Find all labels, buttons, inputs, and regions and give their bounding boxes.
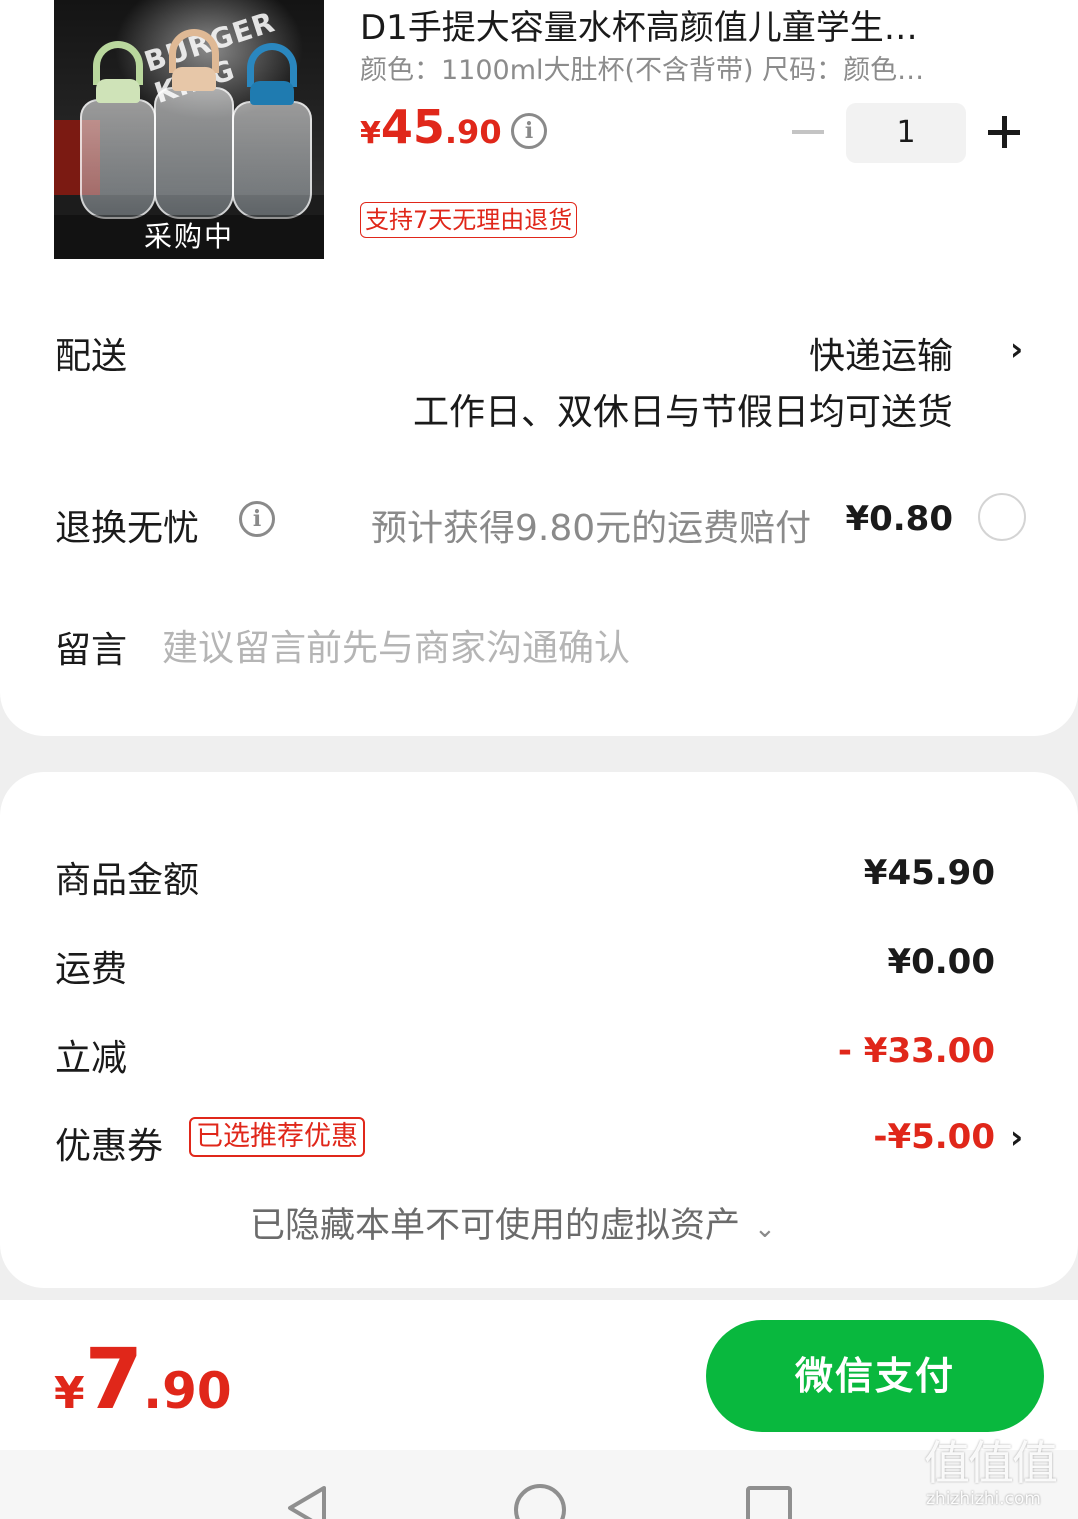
delivery-label: 配送 — [55, 336, 128, 377]
goods-amount-label: 商品金额 — [55, 860, 200, 901]
chevron-down-icon: ⌄ — [754, 1214, 776, 1244]
price-info-icon[interactable]: i — [511, 113, 547, 149]
goods-amount-value: ¥45.90 — [863, 853, 995, 893]
coupon-value[interactable]: -¥5.00 — [873, 1117, 995, 1157]
watermark-url: zhizhizhi.com — [926, 1489, 1041, 1509]
hidden-assets-toggle[interactable]: 已隐藏本单不可使用的虚拟资产 ⌄ — [250, 1197, 776, 1248]
bottle-beige-image — [154, 29, 234, 219]
instant-discount-label: 立减 — [55, 1038, 128, 1079]
total-integer: 7 — [84, 1330, 144, 1428]
total-decimal: .90 — [143, 1362, 232, 1420]
wechat-pay-button[interactable]: 微信支付 — [706, 1320, 1044, 1432]
hidden-assets-text: 已隐藏本单不可使用的虚拟资产 — [250, 1206, 741, 1246]
bottle-blue-image — [232, 43, 312, 219]
product-title[interactable]: D1手提大容量水杯高颜值儿童学生… — [360, 0, 918, 49]
return-insurance-label: 退换无忧 — [55, 508, 200, 549]
total-currency: ¥ — [54, 1368, 85, 1419]
delivery-note: 工作日、双休日与节假日均可送货 — [412, 392, 953, 433]
quantity-input[interactable]: 1 — [846, 103, 966, 163]
total-price: ¥7.90 — [54, 1330, 232, 1428]
message-input[interactable]: 建议留言前先与商家沟通确认 — [162, 619, 630, 671]
coupon-chevron-right-icon[interactable]: › — [1010, 1118, 1023, 1156]
price-integer: 45 — [380, 100, 445, 154]
price-decimal: .90 — [444, 113, 502, 151]
message-label: 留言 — [55, 630, 128, 671]
site-watermark: 值值值 zhizhizhi.com — [924, 1436, 1070, 1516]
bottle-green-image — [80, 41, 156, 219]
return-insurance-price: ¥0.80 — [845, 499, 953, 539]
instant-discount-value: - ¥33.00 — [837, 1031, 995, 1071]
nav-recent-apps-icon[interactable] — [746, 1486, 792, 1519]
watermark-logo: 值值值 — [924, 1436, 1058, 1490]
return-policy-tag: 支持7天无理由退货 — [360, 202, 578, 238]
return-insurance-info-icon[interactable]: i — [239, 501, 275, 537]
purchasing-overlay: 采购中 — [54, 215, 324, 259]
coupon-label: 优惠券 — [55, 1126, 164, 1167]
shipping-fee-label: 运费 — [55, 949, 128, 990]
coupon-recommended-tag: 已选推荐优惠 — [189, 1117, 365, 1157]
shipping-fee-value: ¥0.00 — [887, 942, 995, 982]
nav-back-icon[interactable] — [284, 1484, 332, 1519]
price-currency: ¥ — [360, 116, 381, 151]
product-spec[interactable]: 颜色：1100ml大肚杯(不含背带) 尺码：颜色… — [360, 48, 924, 87]
product-price: ¥45.90 — [360, 100, 502, 154]
product-thumbnail[interactable]: BURGER KING 采购中 — [54, 0, 324, 259]
return-insurance-radio[interactable] — [978, 493, 1026, 541]
quantity-decrease-button[interactable] — [788, 112, 828, 152]
delivery-chevron-right-icon[interactable]: › — [1010, 330, 1023, 368]
quantity-increase-button[interactable] — [984, 112, 1024, 152]
return-insurance-desc: 预计获得9.80元的运费赔付 — [371, 508, 812, 549]
delivery-method[interactable]: 快递运输 — [809, 327, 953, 379]
